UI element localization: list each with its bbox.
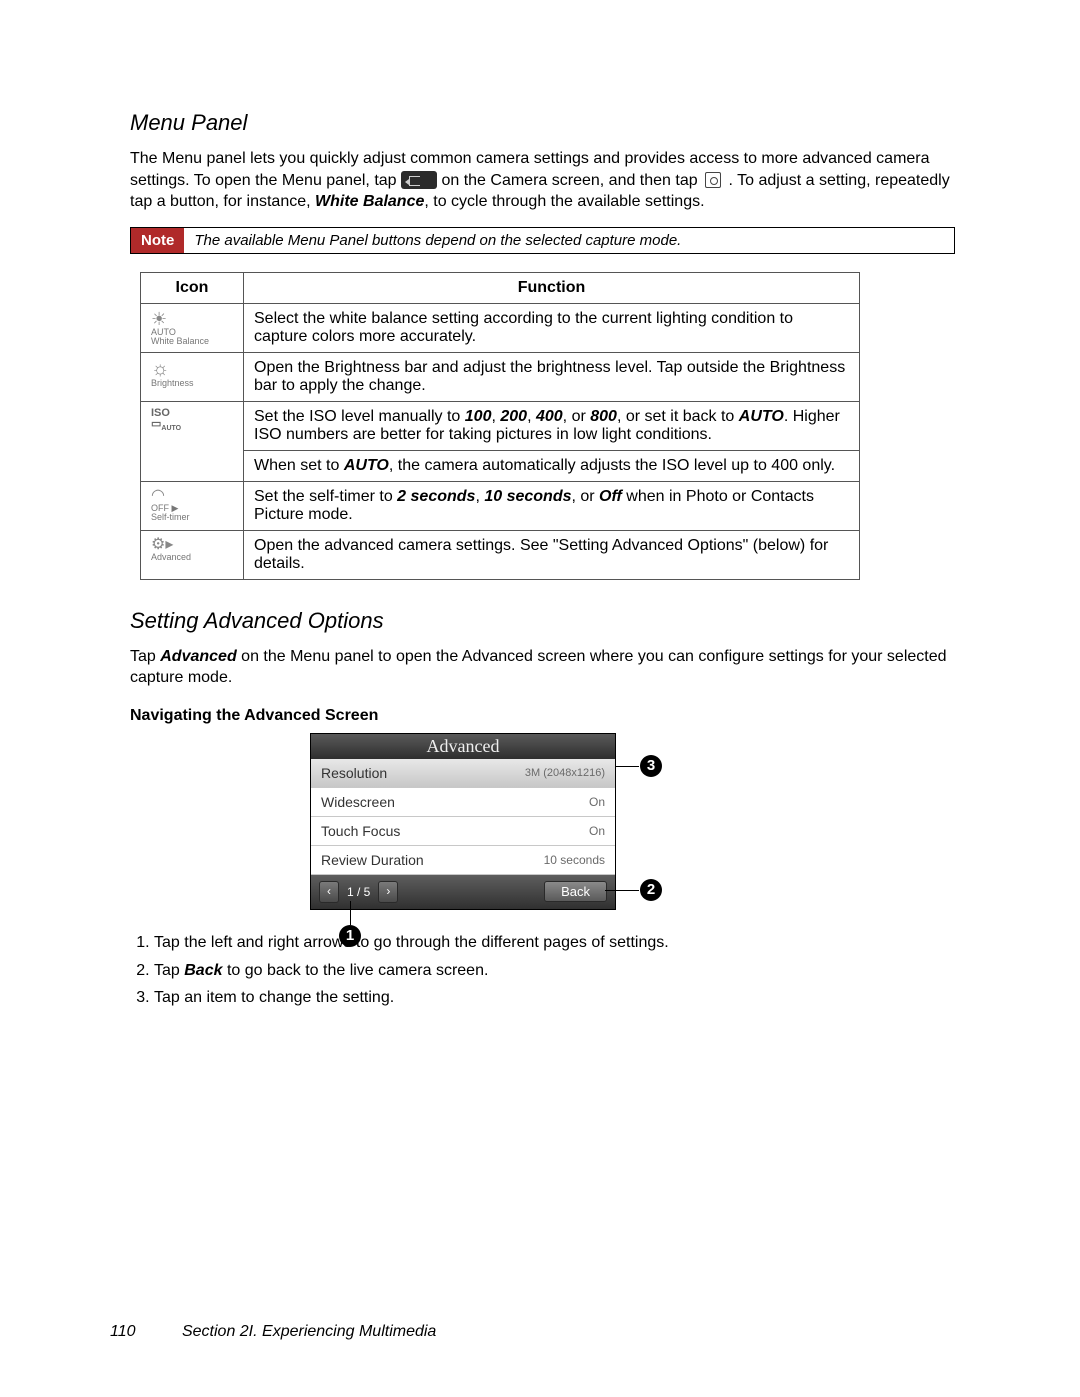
table-header-function: Function (244, 272, 860, 303)
list-item: Tap the left and right arrows to go thro… (154, 932, 955, 954)
text: on the Camera screen, and then tap (441, 172, 702, 189)
callout-2: 2 (640, 879, 662, 901)
icon-self-timer: ◠OFF ▶Self-timer (141, 481, 244, 530)
page-number: 110 (110, 1323, 136, 1340)
icon-iso: ISO▭AUTO (141, 401, 244, 481)
page-indicator: 1 / 5 (343, 885, 374, 899)
callout-1: 1 (339, 925, 361, 947)
callout-lead (350, 901, 351, 925)
func-cell: Open the advanced camera settings. See "… (244, 530, 860, 579)
row-label: Resolution (321, 765, 387, 781)
pager: ‹ 1 / 5 › (319, 881, 398, 903)
document-page: Menu Panel The Menu panel lets you quick… (0, 0, 1080, 1397)
row-value: 10 seconds (544, 853, 605, 867)
advanced-footer: ‹ 1 / 5 › Back (311, 875, 615, 909)
text-white-balance: White Balance (315, 193, 424, 210)
screen-title: Advanced (311, 734, 615, 759)
row-value: On (589, 795, 605, 809)
page-next-button[interactable]: › (378, 881, 398, 903)
page-footer: 110 Section 2I. Experiencing Multimedia (110, 1323, 436, 1341)
table-row: ☀AUTOWhite Balance Select the white bala… (141, 303, 860, 352)
table-row: ☼Brightness Open the Brightness bar and … (141, 352, 860, 401)
advanced-screenshot: Advanced Resolution 3M (2048x1216) Wides… (310, 733, 670, 910)
function-table: Icon Function ☀AUTOWhite Balance Select … (140, 272, 860, 580)
callout-lead (605, 890, 639, 891)
row-value: On (589, 824, 605, 838)
list-item: Tap Back to go back to the live camera s… (154, 960, 955, 982)
note-box: Note The available Menu Panel buttons de… (130, 227, 955, 254)
note-label: Note (131, 228, 184, 253)
list-item: Tap an item to change the setting. (154, 987, 955, 1009)
advanced-row-review-duration[interactable]: Review Duration 10 seconds (311, 846, 615, 875)
func-cell: Set the self-timer to 2 seconds, 10 seco… (244, 481, 860, 530)
func-cell: Open the Brightness bar and adjust the b… (244, 352, 860, 401)
table-row: ◠OFF ▶Self-timer Set the self-timer to 2… (141, 481, 860, 530)
paragraph-menu-panel: The Menu panel lets you quickly adjust c… (130, 148, 955, 213)
note-text: The available Menu Panel buttons depend … (184, 228, 691, 253)
func-cell: When set to AUTO, the camera automatical… (244, 450, 860, 481)
row-label: Touch Focus (321, 823, 400, 839)
row-value: 3M (2048x1216) (525, 767, 605, 779)
callout-lead (615, 766, 639, 767)
table-header-icon: Icon (141, 272, 244, 303)
text: , to cycle through the available setting… (424, 193, 704, 210)
advanced-row-resolution[interactable]: Resolution 3M (2048x1216) (311, 759, 615, 788)
callout-3: 3 (640, 755, 662, 777)
table-row: When set to AUTO, the camera automatical… (141, 450, 860, 481)
func-cell: Set the ISO level manually to 100, 200, … (244, 401, 860, 450)
icon-advanced: ⚙▸Advanced (141, 530, 244, 579)
table-row: ISO▭AUTO Set the ISO level manually to 1… (141, 401, 860, 450)
paragraph-advanced: Tap Advanced on the Menu panel to open t… (130, 646, 955, 689)
advanced-row-widescreen[interactable]: Widescreen On (311, 788, 615, 817)
heading-menu-panel: Menu Panel (130, 110, 955, 136)
advanced-screen: Advanced Resolution 3M (2048x1216) Wides… (310, 733, 616, 910)
advanced-row-touch-focus[interactable]: Touch Focus On (311, 817, 615, 846)
menu-tab-icon (401, 171, 437, 189)
row-label: Widescreen (321, 794, 395, 810)
heading-advanced-options: Setting Advanced Options (130, 608, 955, 634)
table-row: ⚙▸Advanced Open the advanced camera sett… (141, 530, 860, 579)
icon-brightness: ☼Brightness (141, 352, 244, 401)
section-title: Section 2I. Experiencing Multimedia (182, 1323, 436, 1340)
back-button[interactable]: Back (544, 881, 607, 902)
row-label: Review Duration (321, 852, 424, 868)
func-cell: Select the white balance setting accordi… (244, 303, 860, 352)
subheading-navigating: Navigating the Advanced Screen (130, 707, 955, 725)
camera-settings-icon (702, 171, 724, 189)
steps-list: Tap the left and right arrows to go thro… (130, 932, 955, 1009)
icon-white-balance: ☀AUTOWhite Balance (141, 303, 244, 352)
page-prev-button[interactable]: ‹ (319, 881, 339, 903)
